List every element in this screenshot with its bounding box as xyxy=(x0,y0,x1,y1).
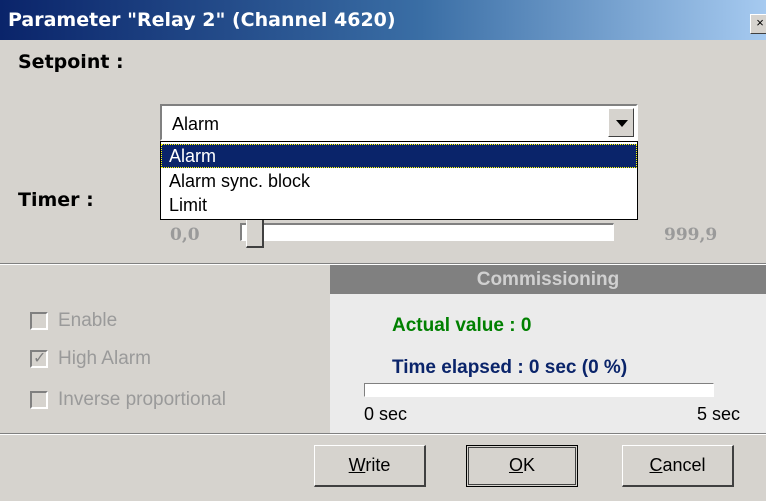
timer-label: Timer : xyxy=(18,189,94,211)
progress-min-label: 0 sec xyxy=(364,404,408,424)
timer-max-label: 999,9 xyxy=(664,225,718,245)
inverse-proportional-checkbox-row[interactable]: Inverse proportional xyxy=(30,388,226,412)
setpoint-selected-value: Alarm xyxy=(172,114,220,134)
checkmark-icon: ✓ xyxy=(33,348,47,367)
high-alarm-checkbox[interactable]: ✓ xyxy=(30,348,48,368)
actual-value-text: Actual value : 0 xyxy=(392,315,532,336)
window-title: Parameter "Relay 2" (Channel 4620) xyxy=(8,9,396,31)
timer-slider-thumb[interactable] xyxy=(246,218,264,248)
dropdown-option-alarm-sync-block[interactable]: Alarm sync. block xyxy=(161,169,637,193)
close-button[interactable]: × xyxy=(750,14,766,34)
dropdown-arrow-button[interactable] xyxy=(608,108,634,137)
timer-min-label: 0,0 xyxy=(170,225,200,245)
cancel-label-rest: ancel xyxy=(662,455,706,475)
time-elapsed-text: Time elapsed : 0 sec (0 %) xyxy=(392,357,628,378)
title-bar: Parameter "Relay 2" (Channel 4620) × xyxy=(0,0,766,40)
button-divider xyxy=(0,433,766,435)
high-alarm-checkbox-row[interactable]: ✓ High Alarm xyxy=(30,347,151,371)
high-alarm-label: High Alarm xyxy=(58,348,151,369)
commissioning-header: Commissioning xyxy=(330,265,766,294)
enable-label: Enable xyxy=(58,310,118,331)
enable-checkbox[interactable] xyxy=(30,312,48,330)
inverse-proportional-checkbox[interactable] xyxy=(30,391,48,409)
write-button[interactable]: Write xyxy=(314,445,426,487)
setpoint-dropdown-list: Alarm Alarm sync. block Limit xyxy=(160,141,638,220)
close-icon: × xyxy=(756,15,764,30)
dropdown-option-alarm[interactable]: Alarm xyxy=(161,144,637,168)
cancel-accel-key: C xyxy=(649,455,663,475)
setpoint-select[interactable]: Alarm xyxy=(160,104,638,141)
ok-button[interactable]: OK xyxy=(466,445,578,487)
cancel-button[interactable]: Cancel xyxy=(622,445,734,487)
write-label-rest: rite xyxy=(365,455,391,475)
timer-slider-track[interactable] xyxy=(240,223,614,241)
dropdown-option-limit[interactable]: Limit xyxy=(161,193,637,217)
enable-checkbox-row[interactable]: Enable xyxy=(30,309,117,333)
commissioning-panel: Commissioning Actual value : 0 Time elap… xyxy=(330,265,766,433)
elapsed-progress-bar xyxy=(364,383,714,397)
progress-max-label: 5 sec xyxy=(696,404,740,424)
ok-accel-key: O xyxy=(508,455,523,475)
setpoint-label: Setpoint : xyxy=(18,51,124,73)
inverse-proportional-label: Inverse proportional xyxy=(58,389,226,410)
chevron-down-icon xyxy=(616,120,628,127)
ok-label-rest: K xyxy=(523,455,536,475)
write-accel-key: W xyxy=(348,455,366,475)
